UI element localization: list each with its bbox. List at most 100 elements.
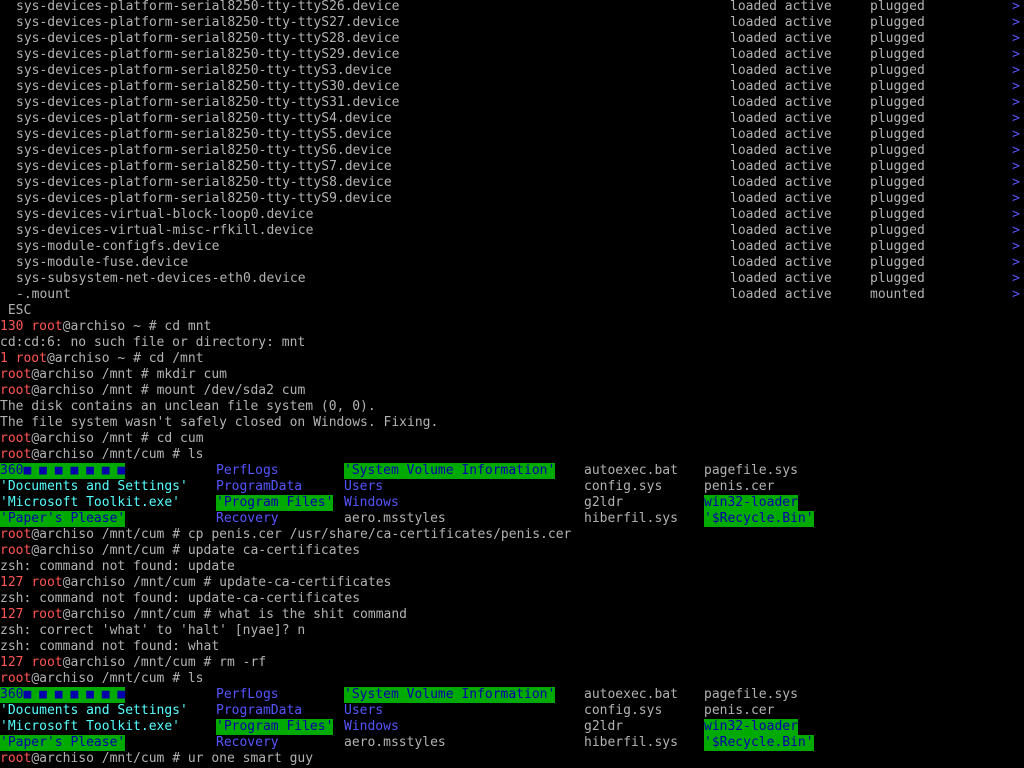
unit-state: loaded active [730,271,832,286]
output-line: The disk contains an unclean file system… [0,399,376,415]
ls-entry: hiberfil.sys [584,511,678,526]
unit-name: sys-devices-platform-serial8250-tty-ttyS… [16,143,392,158]
output-text: cd:cd:6: no such file or directory: mnt [0,335,306,350]
output-text: The disk contains an unclean file system… [0,399,376,414]
unit-state: loaded active [730,143,832,158]
unit-state: loaded active [730,79,832,94]
prompt-host: @archiso [31,431,94,446]
unit-name: sys-devices-virtual-misc-rfkill.device [16,223,314,238]
prompt-host: @archiso [62,575,126,590]
prompt-dir: /mnt/cum # [93,543,188,558]
truncation-arrow-icon: > [1012,223,1020,238]
unit-sub-state: plugged [870,159,925,174]
unit-name: sys-devices-platform-serial8250-tty-ttyS… [16,191,392,206]
terminal-screen[interactable]: { "units": [ {"name": "sys-devices-platf… [0,0,1024,768]
unit-name: sys-devices-platform-serial8250-tty-ttyS… [16,111,392,126]
ls-entry: Recovery [216,511,279,526]
truncation-arrow-icon: > [1012,79,1020,94]
prompt-user: root [0,751,32,766]
command-text: update-ca-certificates [219,575,392,590]
prompt-line: 127 root@archiso /mnt/cum # rm -rf [0,655,266,671]
unit-sub-state: plugged [870,127,925,142]
truncation-arrow-icon: > [1012,31,1020,46]
truncation-arrow-icon: > [1012,271,1020,286]
ls-entry: pagefile.sys [704,687,798,702]
prompt-line: root@archiso /mnt # cd cum [0,431,204,447]
ls-entry: 360■ ■ ■ ■ ■ ■ ■ [0,687,126,703]
exit-status: 1 [0,351,16,366]
ls-entry: penis.cer [704,479,775,494]
output-line: The file system wasn't safely closed on … [0,415,438,431]
ls-entry: Users [344,479,384,494]
prompt-host: @archiso [62,655,126,670]
prompt-dir: /mnt/cum # [125,607,220,622]
output-line: zsh: command not found: update [0,559,235,575]
prompt-line: 127 root@archiso /mnt/cum # update-ca-ce… [0,575,391,591]
ls-entry: Recovery [216,735,279,750]
ls-entry: penis.cer [704,703,775,718]
unit-state: loaded active [730,47,832,62]
esc-label: ESC [0,303,32,318]
output-text: The file system wasn't safely closed on … [0,415,439,430]
prompt-line: 1 root@archiso ~ # cd /mnt [0,351,204,367]
unit-name: sys-devices-platform-serial8250-tty-ttyS… [16,79,400,94]
prompt-line: root@archiso /mnt/cum # ur one smart guy [0,751,313,767]
prompt-line: root@archiso /mnt/cum # ls [0,447,204,463]
unit-sub-state: plugged [870,175,925,190]
esc-line: ESC [0,303,32,319]
output-text: zsh: command not found: what [0,639,220,654]
prompt-user: root [0,383,32,398]
truncation-arrow-icon: > [1012,287,1020,302]
command-text: cp penis.cer /usr/share/ca-certificates/… [187,527,572,542]
prompt-line: root@archiso /mnt/cum # update ca-certif… [0,543,360,559]
ls-entry: ProgramData [216,479,303,494]
unit-sub-state: plugged [870,47,925,62]
output-text: zsh: command not found: update [0,559,235,574]
prompt-host: @archiso [31,367,94,382]
prompt-user: root [0,671,32,686]
unit-name: sys-devices-platform-serial8250-tty-ttyS… [16,95,400,110]
ls-entry: 'System Volume Information' [344,687,556,703]
unit-name: -.mount [16,287,71,302]
ls-entry: 360■ ■ ■ ■ ■ ■ ■ [0,463,126,479]
prompt-dir: /mnt/cum # [125,575,220,590]
unit-name: sys-devices-platform-serial8250-tty-ttyS… [16,31,400,46]
truncation-arrow-icon: > [1012,175,1020,190]
prompt-dir: /mnt # [93,431,157,446]
unit-state: loaded active [730,111,832,126]
unit-name: sys-devices-platform-serial8250-tty-ttyS… [16,63,392,78]
output-line: cd:cd:6: no such file or directory: mnt [0,335,305,351]
unit-sub-state: plugged [870,271,925,286]
prompt-host: @archiso [31,447,94,462]
truncation-arrow-icon: > [1012,63,1020,78]
prompt-dir: /mnt/cum # [93,671,188,686]
ls-entry: 'Microsoft Toolkit.exe' [0,495,181,510]
ls-entry: PerfLogs [216,463,279,478]
truncation-arrow-icon: > [1012,111,1020,126]
ls-entry: PerfLogs [216,687,279,702]
command-text: ls [187,671,204,686]
unit-sub-state: plugged [870,239,925,254]
unit-name: sys-devices-platform-serial8250-tty-ttyS… [16,175,392,190]
ls-entry: config.sys [584,479,663,494]
unit-state: loaded active [730,15,832,30]
truncation-arrow-icon: > [1012,127,1020,142]
command-text: what is the shit command [219,607,408,622]
ls-entry: g2ldr [584,719,624,734]
truncation-arrow-icon: > [1012,47,1020,62]
command-text: rm -rf [219,655,267,670]
command-text: ls [187,447,204,462]
prompt-user: root [31,319,63,334]
prompt-line: root@archiso /mnt/cum # ls [0,671,204,687]
prompt-dir: /mnt/cum # [93,527,188,542]
prompt-dir: /mnt # [93,383,157,398]
ls-entry: Windows [344,495,399,510]
unit-state: loaded active [730,159,832,174]
unit-name: sys-devices-platform-serial8250-tty-ttyS… [16,47,400,62]
prompt-line: root@archiso /mnt # mount /dev/sda2 cum [0,383,305,399]
ls-entry: hiberfil.sys [584,735,678,750]
prompt-user: root [0,431,32,446]
command-text: cd mnt [164,319,212,334]
unit-name: sys-module-configfs.device [16,239,220,254]
prompt-user: root [31,655,63,670]
